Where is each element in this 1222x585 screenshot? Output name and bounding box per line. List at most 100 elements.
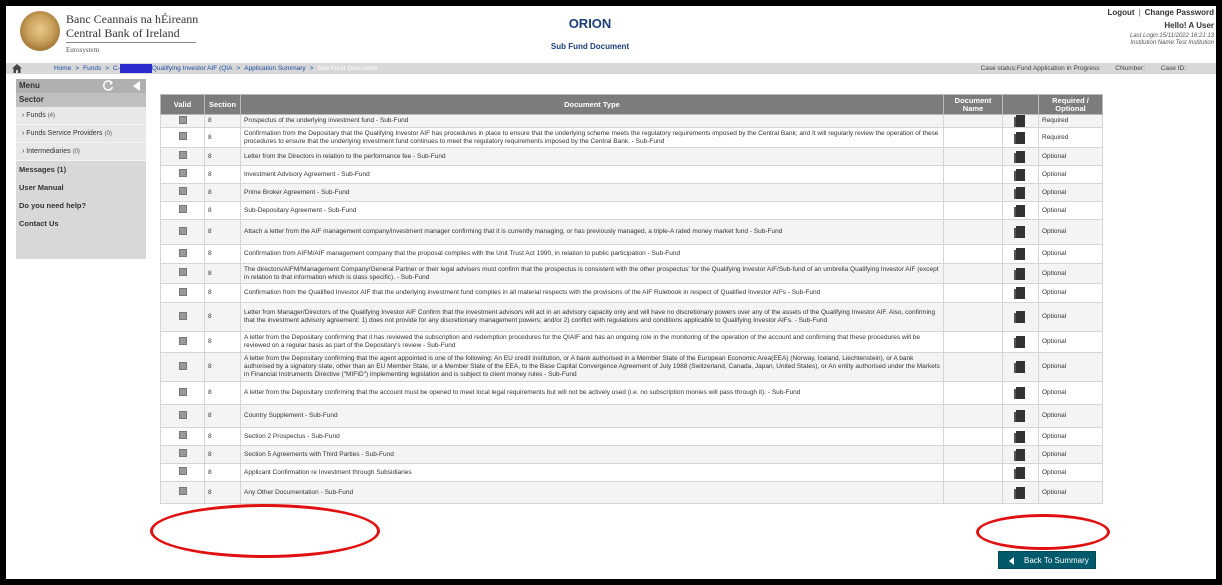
- upload-cell: [1002, 244, 1039, 264]
- valid-checkbox[interactable]: [178, 115, 187, 124]
- required-optional-cell: Optional: [1038, 352, 1103, 382]
- valid-checkbox[interactable]: [178, 449, 187, 457]
- section-cell: 8: [204, 445, 241, 464]
- upload-cell: [1002, 165, 1039, 184]
- account-links: Logout | Change Password: [1107, 8, 1214, 17]
- table-row: 8 Investment Advisory Agreement - Sub-Fun…: [160, 165, 1103, 184]
- document-upload-icon[interactable]: [1014, 168, 1025, 181]
- logout-link[interactable]: Logout: [1107, 8, 1134, 17]
- valid-checkbox[interactable]: [178, 187, 187, 195]
- document-upload-icon[interactable]: [1014, 267, 1025, 280]
- document-upload-icon[interactable]: [1014, 311, 1025, 323]
- section-cell: 8: [204, 352, 241, 382]
- user-greeting: Hello! A User: [1164, 21, 1214, 30]
- valid-cell: [160, 283, 205, 303]
- valid-cell: [160, 183, 205, 202]
- document-upload-icon[interactable]: [1014, 410, 1025, 422]
- document-upload-icon[interactable]: [1014, 150, 1025, 163]
- document-upload-icon[interactable]: [1014, 466, 1025, 479]
- col-document-name: Document Name: [943, 94, 1003, 115]
- valid-checkbox[interactable]: [178, 387, 187, 396]
- breadcrumb-funds[interactable]: Funds: [83, 65, 101, 72]
- valid-checkbox[interactable]: [178, 151, 187, 159]
- sidebar: Menu Sector › Funds (4) › Funds Service …: [16, 79, 146, 259]
- valid-checkbox[interactable]: [178, 410, 187, 419]
- sidebar-item-user-manual[interactable]: User Manual: [16, 179, 146, 197]
- refresh-icon[interactable]: [102, 79, 115, 92]
- document-upload-icon[interactable]: [1014, 115, 1025, 127]
- table-row: 8A letter from the Depositary confirming…: [160, 381, 1103, 405]
- document-upload-icon[interactable]: [1014, 336, 1025, 348]
- home-icon[interactable]: [12, 64, 22, 73]
- valid-checkbox[interactable]: [178, 132, 187, 140]
- col-section: Section: [204, 94, 241, 115]
- document-upload-icon[interactable]: [1014, 226, 1025, 238]
- collapse-sidebar-icon[interactable]: [133, 81, 140, 91]
- document-upload-icon[interactable]: [1014, 486, 1025, 499]
- valid-checkbox[interactable]: [178, 226, 187, 235]
- breadcrumb-home[interactable]: Home: [54, 65, 71, 72]
- table-row: 8 Section 2 Prospectus - Sub-Fund Optional: [160, 427, 1103, 446]
- breadcrumb-separator: >: [75, 65, 80, 72]
- document-upload-icon[interactable]: [1014, 131, 1025, 144]
- document-upload-icon[interactable]: [1014, 361, 1025, 373]
- valid-checkbox[interactable]: [178, 169, 187, 177]
- document-upload-icon[interactable]: [1014, 248, 1025, 260]
- breadcrumb-application-summary[interactable]: Application Summary: [244, 65, 305, 72]
- redaction-block: [119, 63, 152, 73]
- valid-checkbox[interactable]: [178, 361, 187, 370]
- valid-checkbox[interactable]: [178, 487, 187, 495]
- breadcrumb-qiaif[interactable]: Qualifying Investor AIF (QIA: [152, 65, 233, 72]
- document-type-cell: Attach a letter from the AIF management …: [240, 219, 944, 245]
- upload-cell: [1002, 201, 1039, 220]
- section-cell: 8: [204, 244, 241, 264]
- table-row: 8 Letter from the Directors in relation t…: [160, 147, 1103, 166]
- section-cell: 8: [204, 114, 241, 128]
- document-upload-icon[interactable]: [1014, 430, 1025, 443]
- document-upload-icon[interactable]: [1014, 387, 1025, 399]
- change-password-link[interactable]: Change Password: [1145, 8, 1214, 17]
- valid-checkbox[interactable]: [178, 336, 187, 345]
- valid-checkbox[interactable]: [178, 287, 187, 296]
- section-cell: 8: [204, 147, 241, 166]
- breadcrumb-fund-prefix[interactable]: C-: [113, 65, 120, 72]
- document-upload-icon[interactable]: [1014, 186, 1025, 199]
- table-row: 8 Applicant Confirmation re Investment th…: [160, 463, 1103, 482]
- sidebar-item-intermediaries[interactable]: › Intermediaries (0): [16, 143, 146, 161]
- required-optional-cell: Optional: [1038, 183, 1103, 202]
- document-name-cell: [943, 481, 1003, 504]
- back-to-summary-button[interactable]: Back To Summary: [998, 551, 1096, 569]
- sidebar-item-messages[interactable]: Messages (1): [16, 161, 146, 179]
- sidebar-item-help[interactable]: Do you need help?: [16, 197, 146, 215]
- upload-cell: [1002, 147, 1039, 166]
- required-optional-cell: Optional: [1038, 404, 1103, 428]
- back-arrow-icon: [1009, 556, 1014, 565]
- valid-checkbox[interactable]: [178, 311, 187, 320]
- valid-checkbox[interactable]: [178, 205, 187, 213]
- table-row: 8 The directors/AIFM/Management Company/G…: [160, 263, 1103, 284]
- table-row: 8A letter from the Depositary confirming…: [160, 331, 1103, 353]
- app-window: Banc Ceannais na hÉireann Central Bank o…: [6, 6, 1216, 579]
- sidebar-item-funds-service-providers[interactable]: › Funds Service Providers (0): [16, 125, 146, 143]
- document-type-cell: Confirmation from AIFM/AIF management co…: [240, 244, 944, 264]
- sidebar-item-funds[interactable]: › Funds (4): [16, 107, 146, 125]
- document-upload-icon[interactable]: [1014, 448, 1025, 461]
- document-upload-icon[interactable]: [1014, 287, 1025, 299]
- upload-cell: [1002, 283, 1039, 303]
- valid-checkbox[interactable]: [178, 431, 187, 439]
- upload-cell: [1002, 404, 1039, 428]
- valid-checkbox[interactable]: [178, 268, 187, 276]
- section-cell: 8: [204, 183, 241, 202]
- required-optional-cell: Optional: [1038, 331, 1103, 353]
- document-name-cell: [943, 381, 1003, 405]
- required-optional-cell: Optional: [1038, 463, 1103, 482]
- document-upload-icon[interactable]: [1014, 204, 1025, 217]
- table-row: 8A letter from the Depositary confirming…: [160, 352, 1103, 382]
- sidebar-item-contact-us[interactable]: Contact Us: [16, 215, 146, 233]
- upload-cell: [1002, 183, 1039, 202]
- document-type-cell: A letter from the Depositary confirming …: [240, 331, 944, 353]
- valid-checkbox[interactable]: [178, 248, 187, 257]
- valid-checkbox[interactable]: [178, 467, 187, 475]
- document-name-cell: [943, 147, 1003, 166]
- valid-cell: [160, 244, 205, 264]
